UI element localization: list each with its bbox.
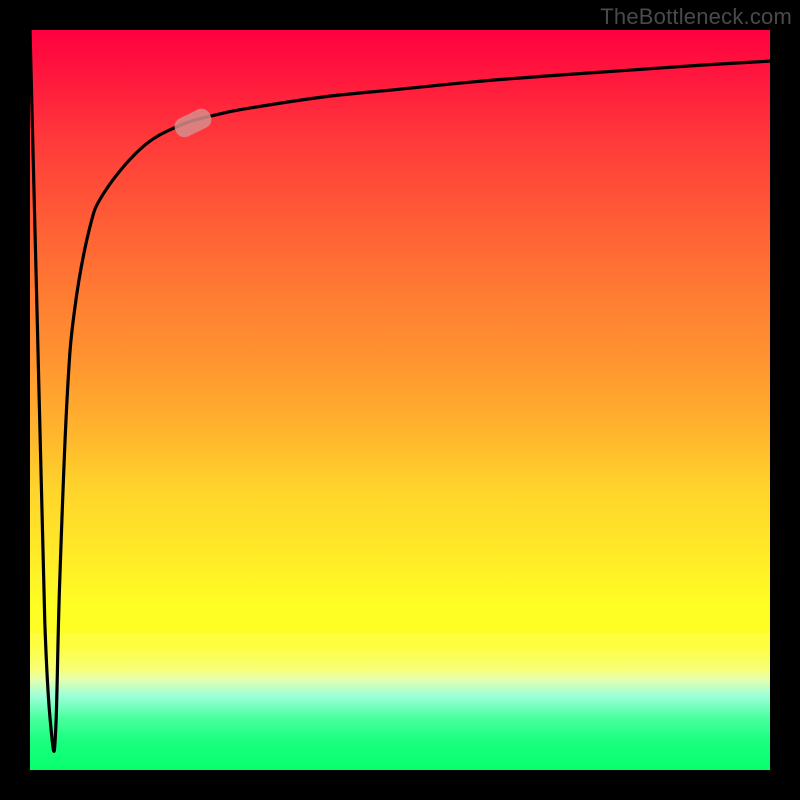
plot-area: [30, 30, 770, 770]
bottleneck-curve-path: [30, 30, 770, 751]
attribution-text: TheBottleneck.com: [600, 4, 792, 30]
curve-svg: [30, 30, 770, 770]
bottleneck-chart: TheBottleneck.com: [0, 0, 800, 800]
